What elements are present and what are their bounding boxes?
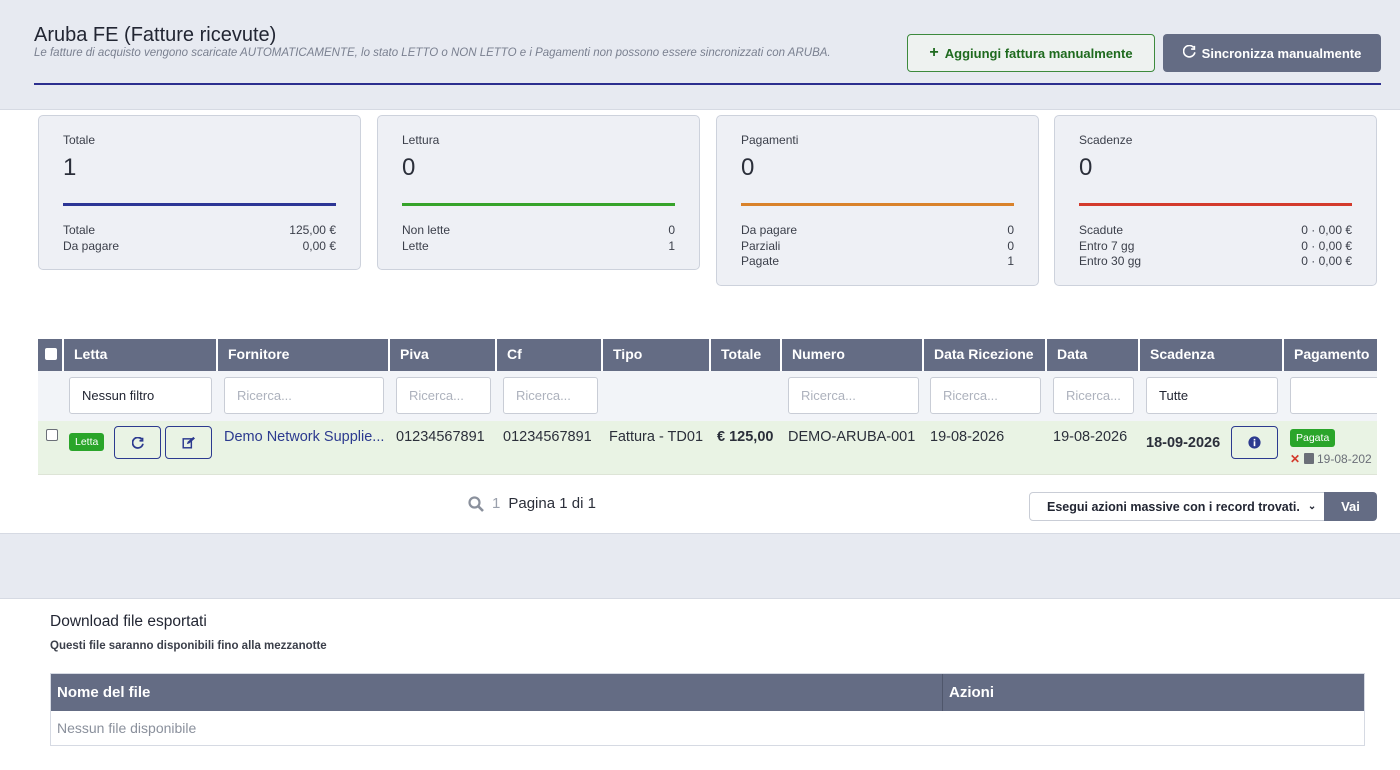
card-bar bbox=[402, 203, 675, 206]
card-value: 0 bbox=[741, 154, 755, 181]
col-tipo[interactable]: Tipo bbox=[603, 339, 711, 371]
downloads-header: Nome del file Azioni bbox=[51, 674, 1364, 711]
card-row: Non lette 0 bbox=[402, 223, 675, 237]
piva-search-input[interactable]: Ricerca... bbox=[396, 377, 491, 414]
data-cell: 19-08-2026 bbox=[1053, 429, 1128, 445]
card-row: Pagate 1 bbox=[741, 254, 1014, 268]
pagamento-filter-input[interactable] bbox=[1290, 377, 1377, 414]
card-bar bbox=[1079, 203, 1352, 206]
col-cf[interactable]: Cf bbox=[497, 339, 603, 371]
edit-icon bbox=[182, 436, 195, 449]
numero-cell: DEMO-ARUBA-001 bbox=[788, 429, 916, 445]
mass-action-label: Esegui azioni massive con i record trova… bbox=[1047, 499, 1300, 514]
downloads-subtitle: Questi file saranno disponibili fino all… bbox=[50, 640, 327, 652]
filter-row: Nessun filtro Ricerca... Ricerca... Rice… bbox=[38, 371, 1377, 421]
downloads-table: Nome del file Azioni Nessun file disponi… bbox=[50, 673, 1365, 746]
data-ricezione-cell: 19-08-2026 bbox=[930, 429, 1005, 445]
col-totale[interactable]: Totale bbox=[711, 339, 782, 371]
card-label: Scadenze bbox=[1079, 133, 1133, 147]
downloads-title: Download file esportati bbox=[50, 613, 207, 630]
pagamento-date: 19-08-202 bbox=[1317, 452, 1372, 466]
card-row: Entro 7 gg 0 · 0,00 € bbox=[1079, 238, 1352, 253]
cf-search-input[interactable]: Ricerca... bbox=[503, 377, 598, 414]
letta-filter-select[interactable]: Nessun filtro bbox=[69, 377, 212, 414]
refresh-icon bbox=[131, 436, 144, 449]
pagamento-badge: Pagata bbox=[1290, 429, 1336, 447]
letta-badge: Letta bbox=[69, 433, 105, 451]
scadenza-cell: 18-09-2026 bbox=[1146, 435, 1221, 451]
card-totale: Totale 1 Totale 125,00 € Da pagare 0,00 € bbox=[38, 115, 361, 270]
fornitore-search-input[interactable]: Ricerca... bbox=[224, 377, 384, 414]
card-row: Scadute 0 · 0,00 € bbox=[1079, 223, 1352, 237]
card-value: 1 bbox=[63, 154, 77, 181]
col-scadenza[interactable]: Scadenza bbox=[1140, 339, 1284, 371]
cf-cell: 01234567891 bbox=[503, 429, 592, 445]
fornitore-link[interactable]: Demo Network Supplie... bbox=[224, 429, 384, 445]
page-subtitle: Le fatture di acquisto vengono scaricate… bbox=[34, 47, 831, 59]
mass-action-select[interactable]: Esegui azioni massive con i record trova… bbox=[1029, 492, 1325, 521]
card-row: Entro 30 gg 0 · 0,00 € bbox=[1079, 254, 1352, 268]
data-ricezione-search-input[interactable]: Ricerca... bbox=[930, 377, 1041, 414]
col-numero[interactable]: Numero bbox=[782, 339, 924, 371]
separator-band bbox=[0, 533, 1400, 599]
card-row: Da pagare 0 bbox=[741, 223, 1014, 237]
card-row: Parziali 0 bbox=[741, 238, 1014, 253]
page-header: Aruba FE (Fatture ricevute) Le fatture d… bbox=[0, 0, 1400, 110]
remove-payment-icon[interactable]: ✕ bbox=[1290, 452, 1300, 466]
chevron-down-icon: ⌄ bbox=[1307, 501, 1317, 512]
select-all-cell bbox=[38, 339, 64, 371]
sync-button[interactable]: Sincronizza manualmente bbox=[1163, 34, 1381, 72]
pagination: 1 Pagina 1 di 1 bbox=[468, 495, 596, 512]
numero-search-input[interactable]: Ricerca... bbox=[788, 377, 919, 414]
invoices-table: Letta Fornitore Piva Cf Tipo Totale Nume… bbox=[38, 339, 1377, 476]
data-search-input[interactable]: Ricerca... bbox=[1053, 377, 1134, 414]
col-file-name: Nome del file bbox=[51, 674, 943, 711]
calendar-icon bbox=[1304, 453, 1314, 464]
table-header: Letta Fornitore Piva Cf Tipo Totale Nume… bbox=[38, 339, 1377, 371]
table-row[interactable]: Letta Demo Network Supplie... 0123456789… bbox=[38, 421, 1377, 475]
card-row: Da pagare 0,00 € bbox=[63, 238, 336, 253]
card-label: Pagamenti bbox=[741, 133, 799, 147]
col-piva[interactable]: Piva bbox=[390, 339, 497, 371]
card-lettura: Lettura 0 Non lette 0 Lette 1 bbox=[377, 115, 700, 270]
select-all-checkbox[interactable] bbox=[45, 348, 57, 360]
add-invoice-button[interactable]: + Aggiungi fattura manualmente bbox=[907, 34, 1155, 72]
piva-cell: 01234567891 bbox=[396, 429, 485, 445]
search-icon[interactable] bbox=[468, 495, 484, 512]
edit-button[interactable] bbox=[165, 426, 212, 459]
card-label: Lettura bbox=[402, 133, 440, 147]
col-fornitore[interactable]: Fornitore bbox=[218, 339, 390, 371]
totale-cell: € 125,00 bbox=[717, 429, 774, 445]
card-scadenze: Scadenze 0 Scadute 0 · 0,00 € Entro 7 gg 0… bbox=[1054, 115, 1377, 286]
card-row: Totale 125,00 € bbox=[63, 223, 336, 237]
card-bar bbox=[741, 203, 1014, 206]
card-label: Totale bbox=[63, 133, 96, 147]
title-divider bbox=[34, 83, 1381, 85]
card-value: 0 bbox=[402, 154, 416, 181]
info-button[interactable] bbox=[1231, 426, 1278, 459]
card-pagamenti: Pagamenti 0 Da pagare 0 Parziali 0 Pagate 1 bbox=[716, 115, 1039, 286]
plus-icon: + bbox=[929, 44, 939, 61]
col-data-ricezione[interactable]: Data Ricezione bbox=[924, 339, 1047, 371]
page-number[interactable]: 1 bbox=[492, 495, 500, 512]
tipo-cell: Fattura - TD01 bbox=[609, 429, 704, 445]
col-letta[interactable]: Letta bbox=[64, 339, 218, 371]
go-button[interactable]: Vai bbox=[1324, 492, 1377, 521]
card-bar bbox=[63, 203, 336, 206]
downloads-empty: Nessun file disponibile bbox=[51, 711, 1364, 745]
add-invoice-label: Aggiungi fattura manualmente bbox=[944, 45, 1133, 61]
col-data[interactable]: Data bbox=[1047, 339, 1140, 371]
info-icon bbox=[1248, 436, 1261, 449]
row-checkbox[interactable] bbox=[46, 429, 58, 441]
scadenza-filter-select[interactable]: Tutte bbox=[1146, 377, 1278, 414]
col-actions: Azioni bbox=[949, 684, 994, 701]
sync-label: Sincronizza manualmente bbox=[1201, 45, 1362, 61]
page-info: Pagina 1 di 1 bbox=[508, 495, 596, 512]
card-row: Lette 1 bbox=[402, 238, 675, 253]
toggle-read-button[interactable] bbox=[114, 426, 161, 459]
card-value: 0 bbox=[1079, 154, 1093, 181]
refresh-icon bbox=[1182, 44, 1196, 61]
page-title: Aruba FE (Fatture ricevute) bbox=[34, 24, 277, 46]
col-pagamento[interactable]: Pagamento bbox=[1284, 339, 1377, 371]
